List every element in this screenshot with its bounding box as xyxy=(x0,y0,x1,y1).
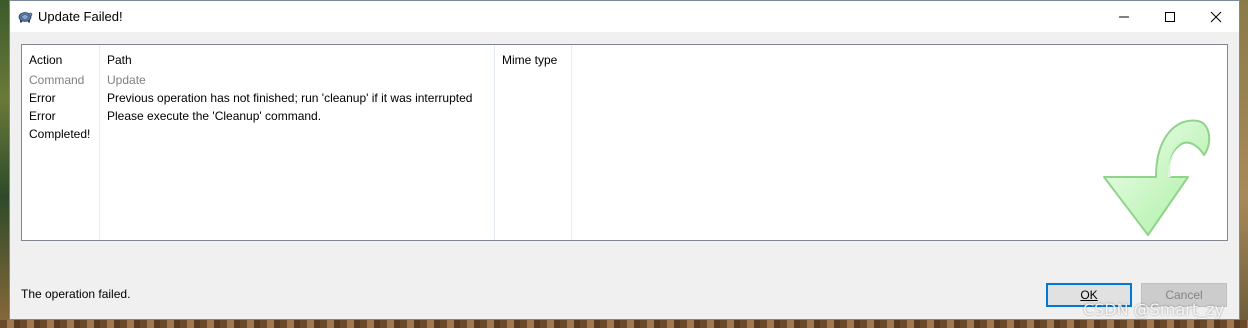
desktop-left-strip xyxy=(0,0,9,328)
row-action: Command xyxy=(29,73,85,87)
column-header-path[interactable]: Path xyxy=(107,53,132,67)
update-failed-dialog: Update Failed! Action Path Mime type Com… xyxy=(9,0,1240,320)
row-path: Previous operation has not finished; run… xyxy=(107,91,473,105)
row-action: Error xyxy=(29,109,56,123)
column-header-mime-type[interactable]: Mime type xyxy=(502,53,557,67)
curved-down-arrow-icon xyxy=(1103,119,1211,236)
close-icon xyxy=(1210,11,1222,22)
tortoise-icon xyxy=(17,8,33,24)
row-path: Update xyxy=(107,73,146,87)
status-text: The operation failed. xyxy=(21,287,131,301)
column-path: Path xyxy=(100,45,495,240)
column-mime: Mime type xyxy=(495,45,572,240)
row-action: Error xyxy=(29,91,56,105)
desktop-right-strip xyxy=(1240,0,1248,328)
result-list[interactable]: Action Path Mime type Command Update Err… xyxy=(21,44,1228,241)
row-path: Please execute the 'Cleanup' command. xyxy=(107,109,322,123)
desktop-bottom-strip xyxy=(0,320,1248,328)
maximize-button[interactable] xyxy=(1147,1,1193,32)
maximize-icon xyxy=(1165,11,1175,22)
column-header-action[interactable]: Action xyxy=(29,53,62,67)
watermark-text: CSDN @Smart_zy xyxy=(1083,300,1224,319)
close-button[interactable] xyxy=(1193,1,1239,32)
minimize-icon xyxy=(1119,16,1129,17)
window-title: Update Failed! xyxy=(38,9,123,24)
title-bar[interactable]: Update Failed! xyxy=(10,1,1239,32)
minimize-button[interactable] xyxy=(1101,1,1147,32)
row-action: Completed! xyxy=(29,127,91,141)
